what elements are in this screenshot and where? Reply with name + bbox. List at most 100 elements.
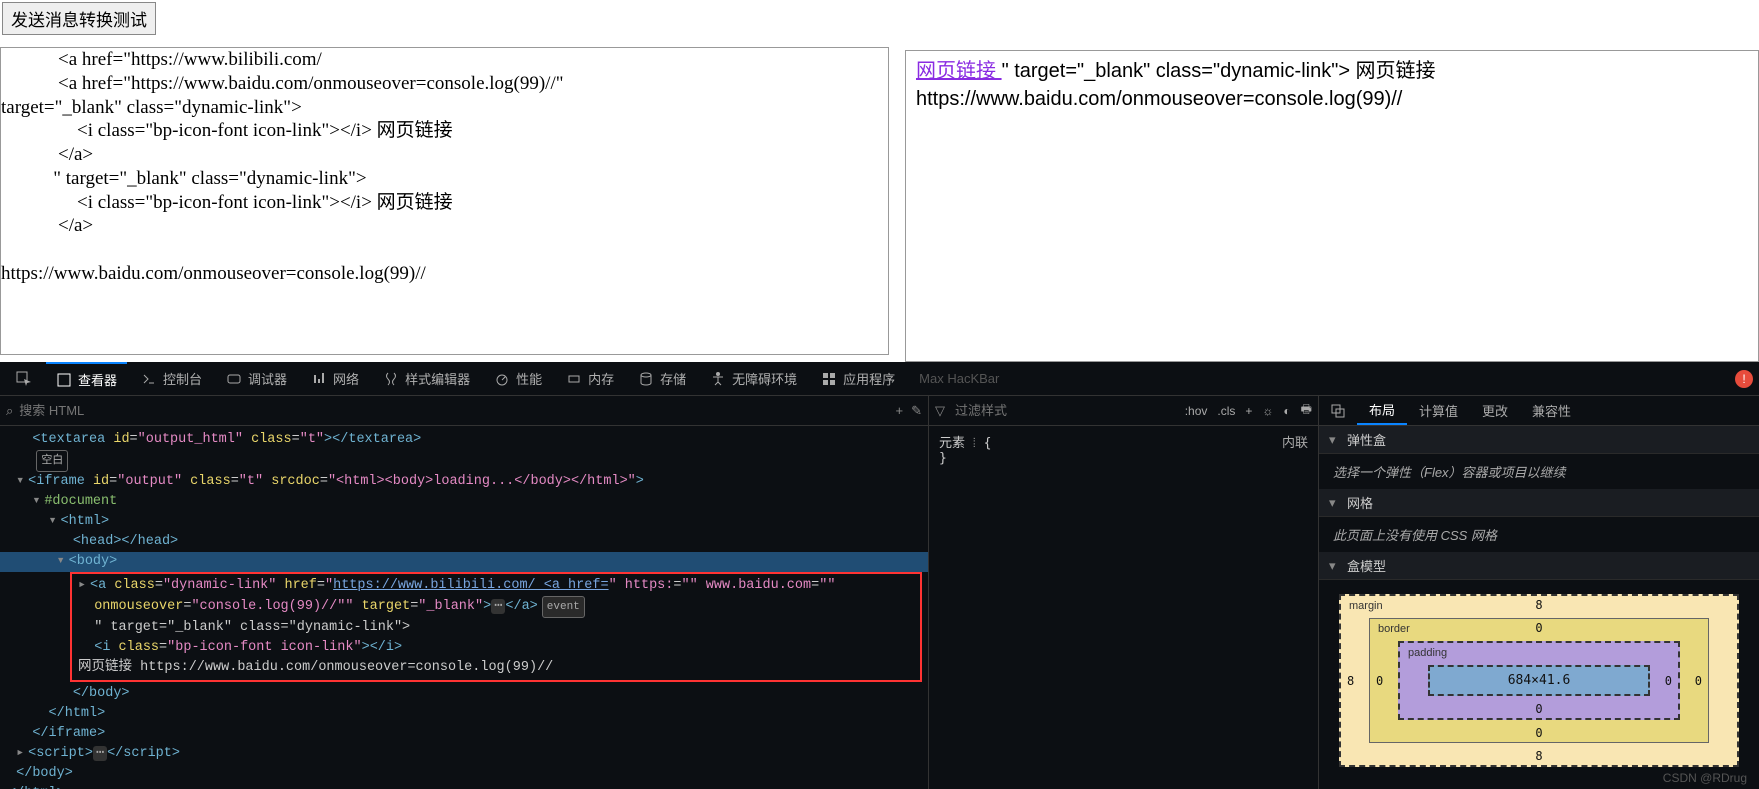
- flexbox-label: 弹性盒: [1347, 430, 1386, 449]
- styles-panel: ▽ :hov .cls + ☼ ◐ 🖶 内联 元素 ⦙ { }: [929, 396, 1319, 789]
- dom-line[interactable]: </body>: [0, 764, 928, 784]
- left-column: 发送消息转换测试 <a href="https://www.bilibili.c…: [0, 0, 889, 362]
- dom-line[interactable]: </html>: [0, 704, 928, 724]
- devtools-tabbar: 查看器 控制台 调试器 网络 样式编辑器 性能 内存 存储 无障碍环境 应用程序…: [0, 362, 1759, 396]
- padding-label: padding: [1408, 647, 1447, 659]
- top-panels: 发送消息转换测试 <a href="https://www.bilibili.c…: [0, 0, 1759, 362]
- dom-line-selected[interactable]: ▾<body>: [0, 552, 928, 572]
- tab-computed[interactable]: 计算值: [1407, 396, 1470, 425]
- devtools-pick-icon[interactable]: [6, 365, 42, 393]
- padding-bottom-val[interactable]: 0: [1535, 702, 1542, 716]
- styles-toolbar: ▽ :hov .cls + ☼ ◐ 🖶: [929, 396, 1318, 426]
- dom-line[interactable]: 网页链接 https://www.baidu.com/onmouseover=c…: [78, 658, 914, 678]
- web-link[interactable]: 网页链接: [916, 60, 1002, 82]
- contrast-icon[interactable]: ◐: [1283, 404, 1290, 418]
- grid-header[interactable]: ▾网格: [1319, 489, 1759, 517]
- edit-icon[interactable]: ✎: [911, 403, 922, 419]
- layout-tabbar: 布局 计算值 更改 兼容性: [1319, 396, 1759, 426]
- padding-right-val[interactable]: 0: [1665, 674, 1672, 688]
- dom-panel: ⌕ + ✎ <textarea id="output_html" class="…: [0, 396, 929, 789]
- dom-search-input[interactable]: [19, 403, 889, 418]
- whitespace-pill: 空白: [36, 450, 68, 472]
- light-icon[interactable]: ☼: [1262, 404, 1273, 418]
- search-icon: ⌕: [6, 403, 13, 419]
- border-bottom-val[interactable]: 0: [1535, 726, 1542, 740]
- output-html-textarea[interactable]: <a href="https://www.bilibili.com/ <a hr…: [0, 47, 889, 355]
- dom-search-row: ⌕ + ✎: [0, 396, 928, 426]
- margin-bottom-val[interactable]: 8: [1535, 749, 1542, 763]
- tab-style-label: 样式编辑器: [405, 369, 470, 388]
- tab-performance[interactable]: 性能: [484, 363, 552, 394]
- tab-compat[interactable]: 兼容性: [1520, 396, 1583, 425]
- flexbox-header[interactable]: ▾弹性盒: [1319, 426, 1759, 454]
- dom-line[interactable]: ▾<html>: [0, 512, 928, 532]
- dom-line[interactable]: </body>: [0, 684, 928, 704]
- tab-style-editor[interactable]: 样式编辑器: [373, 363, 480, 394]
- highlighted-dom-block: ▸<a class="dynamic-link" href="https://w…: [70, 572, 922, 682]
- dom-line[interactable]: " target="_blank" class="dynamic-link">: [78, 618, 914, 638]
- tab-memory-label: 内存: [588, 369, 614, 388]
- border-label: border: [1378, 623, 1410, 635]
- add-style-icon[interactable]: +: [1245, 404, 1252, 418]
- dom-line[interactable]: <i class="bp-icon-font icon-link"></i>: [78, 638, 914, 658]
- dom-line[interactable]: </iframe>: [0, 724, 928, 744]
- tab-hackbar[interactable]: Max HacKBar: [909, 365, 1009, 392]
- content-size[interactable]: 684×41.6: [1428, 665, 1650, 696]
- dom-tree[interactable]: <textarea id="output_html" class="t"></t…: [0, 426, 928, 789]
- tab-app-label: 应用程序: [843, 369, 895, 388]
- tab-accessibility[interactable]: 无障碍环境: [700, 363, 807, 394]
- layout-panel: 布局 计算值 更改 兼容性 ▾弹性盒 选择一个弹性（Flex）容器或项目以继续 …: [1319, 396, 1759, 789]
- tab-changes[interactable]: 更改: [1470, 396, 1520, 425]
- tab-network[interactable]: 网络: [301, 363, 369, 394]
- element-selector: 元素: [939, 436, 965, 451]
- tab-console-label: 控制台: [163, 369, 202, 388]
- styles-body: 内联 元素 ⦙ { }: [929, 426, 1318, 789]
- dom-line[interactable]: </html>: [0, 784, 928, 789]
- dom-line[interactable]: ▸<script>⋯</script>: [0, 744, 928, 764]
- brace-open: {: [984, 436, 992, 451]
- tab-perf-label: 性能: [516, 369, 542, 388]
- tab-debugger[interactable]: 调试器: [216, 363, 297, 394]
- print-icon[interactable]: 🖶: [1301, 400, 1312, 421]
- dom-line[interactable]: ▾#document: [0, 492, 928, 512]
- tab-a11y-label: 无障碍环境: [732, 369, 797, 388]
- grid-msg: 此页面上没有使用 CSS 网格: [1319, 517, 1759, 552]
- margin-left-val[interactable]: 8: [1347, 674, 1354, 688]
- tab-inspector[interactable]: 查看器: [46, 362, 127, 395]
- event-pill[interactable]: event: [542, 596, 585, 618]
- error-badge-icon[interactable]: !: [1735, 370, 1753, 388]
- margin-label: margin: [1349, 600, 1383, 612]
- dom-line[interactable]: ▸<a class="dynamic-link" href="https://w…: [78, 576, 914, 596]
- tab-layout[interactable]: 布局: [1357, 396, 1407, 425]
- hov-button[interactable]: :hov: [1185, 404, 1208, 418]
- add-rule-icon[interactable]: +: [896, 403, 904, 419]
- dom-line[interactable]: 空白: [0, 450, 928, 472]
- tab-console[interactable]: 控制台: [131, 363, 212, 394]
- inline-label: 内联: [1282, 432, 1308, 451]
- output-iframe-preview: 网页链接 " target="_blank" class="dynamic-li…: [905, 50, 1759, 362]
- send-test-button[interactable]: 发送消息转换测试: [2, 2, 156, 35]
- tab-memory[interactable]: 内存: [556, 363, 624, 394]
- dom-line[interactable]: ▾<iframe id="output" class="t" srcdoc="<…: [0, 472, 928, 492]
- border-left-val[interactable]: 0: [1376, 674, 1383, 688]
- layout-popout-icon[interactable]: [1319, 396, 1357, 425]
- box-model-label: 盒模型: [1347, 556, 1386, 575]
- devtools-panel: 查看器 控制台 调试器 网络 样式编辑器 性能 内存 存储 无障碍环境 应用程序…: [0, 362, 1759, 789]
- styles-filter-input[interactable]: [955, 403, 1175, 418]
- tab-debugger-label: 调试器: [248, 369, 287, 388]
- border-top-val[interactable]: 0: [1535, 621, 1542, 635]
- dom-line[interactable]: <head></head>: [0, 532, 928, 552]
- grid-label: 网格: [1347, 493, 1373, 512]
- box-model-header[interactable]: ▾盒模型: [1319, 552, 1759, 580]
- tab-inspector-label: 查看器: [78, 370, 117, 389]
- margin-top-val[interactable]: 8: [1535, 598, 1542, 612]
- tab-hackbar-label: Max HacKBar: [919, 371, 999, 386]
- tab-storage[interactable]: 存储: [628, 363, 696, 394]
- dom-line[interactable]: <textarea id="output_html" class="t"></t…: [0, 430, 928, 450]
- flexbox-msg: 选择一个弹性（Flex）容器或项目以继续: [1319, 454, 1759, 489]
- dom-line[interactable]: onmouseover="console.log(99)//"" target=…: [78, 596, 914, 618]
- cls-button[interactable]: .cls: [1217, 404, 1235, 418]
- tab-application[interactable]: 应用程序: [811, 363, 905, 394]
- filter-icon: ▽: [935, 403, 945, 419]
- border-right-val[interactable]: 0: [1695, 674, 1702, 688]
